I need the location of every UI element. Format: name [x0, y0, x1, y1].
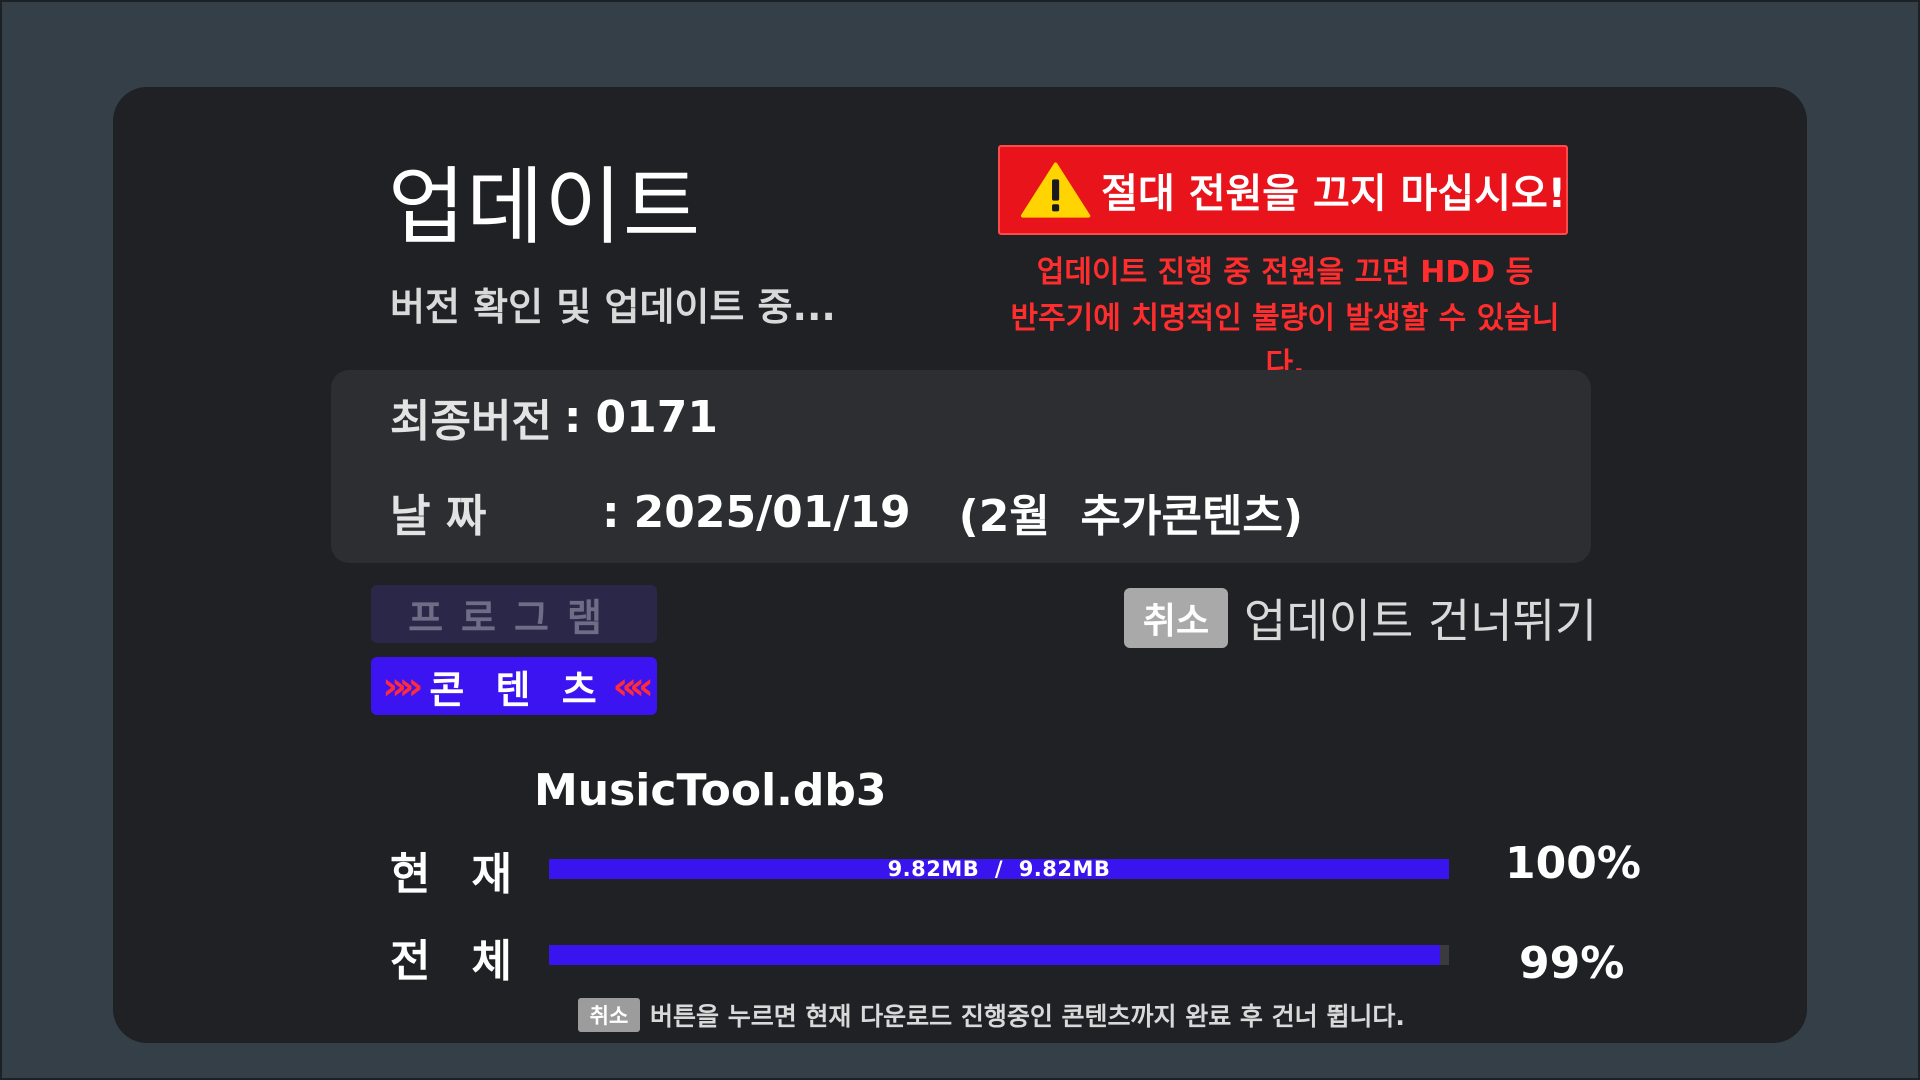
tab-content-label: 콘 텐 츠 [429, 667, 599, 712]
status-subtitle: 버전 확인 및 업데이트 중... [390, 285, 836, 329]
date-row: 날 짜 : 2025/01/19 (2월 추가콘텐츠) [390, 480, 1303, 544]
date-label-char-1: 날 [390, 491, 431, 542]
chevron-right-double-icon: »» [382, 664, 423, 708]
date-separator: : [602, 486, 620, 538]
power-warning-banner: 절대 전원을 끄지 마십시오! [998, 145, 1568, 235]
warning-headline: 절대 전원을 끄지 마십시오! [1101, 171, 1566, 217]
version-separator: : [563, 391, 582, 443]
current-label-char-1: 현 [390, 849, 431, 900]
warning-note-line-1: 업데이트 진행 중 전원을 끄면 HDD 등 [1036, 255, 1534, 290]
skip-update-label: 업데이트 건너뛰기 [1244, 594, 1598, 648]
current-filename: MusicTool.db3 [534, 765, 887, 816]
version-row: 최종버전 : 0171 [390, 385, 718, 449]
total-label-char-2: 체 [471, 936, 512, 987]
page-title: 업데이트 [388, 158, 702, 256]
date-label-char-2: 짜 [445, 491, 487, 542]
skip-update-area: 취소 업데이트 건너뛰기 [1124, 585, 1597, 651]
current-progress-bar: 9.82MB / 9.82MB [549, 857, 1449, 881]
version-value: 0171 [595, 391, 718, 443]
footer-cancel-badge: 취소 [578, 998, 640, 1032]
version-label: 최종버전 [390, 396, 552, 447]
warning-note: 업데이트 진행 중 전원을 끄면 HDD 등 반주기에 치명적인 불량이 발생할… [1010, 250, 1560, 388]
total-progress-bar [549, 945, 1449, 965]
warning-triangle-icon [1020, 162, 1091, 218]
date-extra-note: (2월 추가콘텐츠) [958, 491, 1304, 542]
current-progress-size: 9.82MB / 9.82MB [887, 857, 1111, 881]
chevron-left-double-icon: «« [612, 664, 654, 708]
total-progress-label: 전 체 [390, 925, 512, 989]
tab-program[interactable]: 프로그램 [371, 585, 657, 643]
footer-hint: 취소 버튼을 누르면 현재 다운로드 진행중인 콘텐츠까지 완료 후 건너 뜁니… [578, 997, 1405, 1033]
date-label: 날 짜 [390, 480, 590, 544]
tab-content[interactable]: »» 콘 텐 츠 «« [371, 657, 657, 715]
total-progress-fill [549, 945, 1440, 965]
current-progress-percent: 100% [1505, 838, 1641, 889]
total-label-char-1: 전 [390, 936, 431, 987]
current-label-char-2: 재 [471, 849, 512, 900]
total-progress-percent: 99% [1519, 938, 1625, 989]
current-progress-label: 현 재 [390, 838, 512, 902]
cancel-button[interactable]: 취소 [1124, 588, 1228, 648]
date-value: 2025/01/19 [633, 486, 911, 538]
footer-hint-text: 버튼을 누르면 현재 다운로드 진행중인 콘텐츠까지 완료 후 건너 뜁니다. [650, 1002, 1405, 1031]
